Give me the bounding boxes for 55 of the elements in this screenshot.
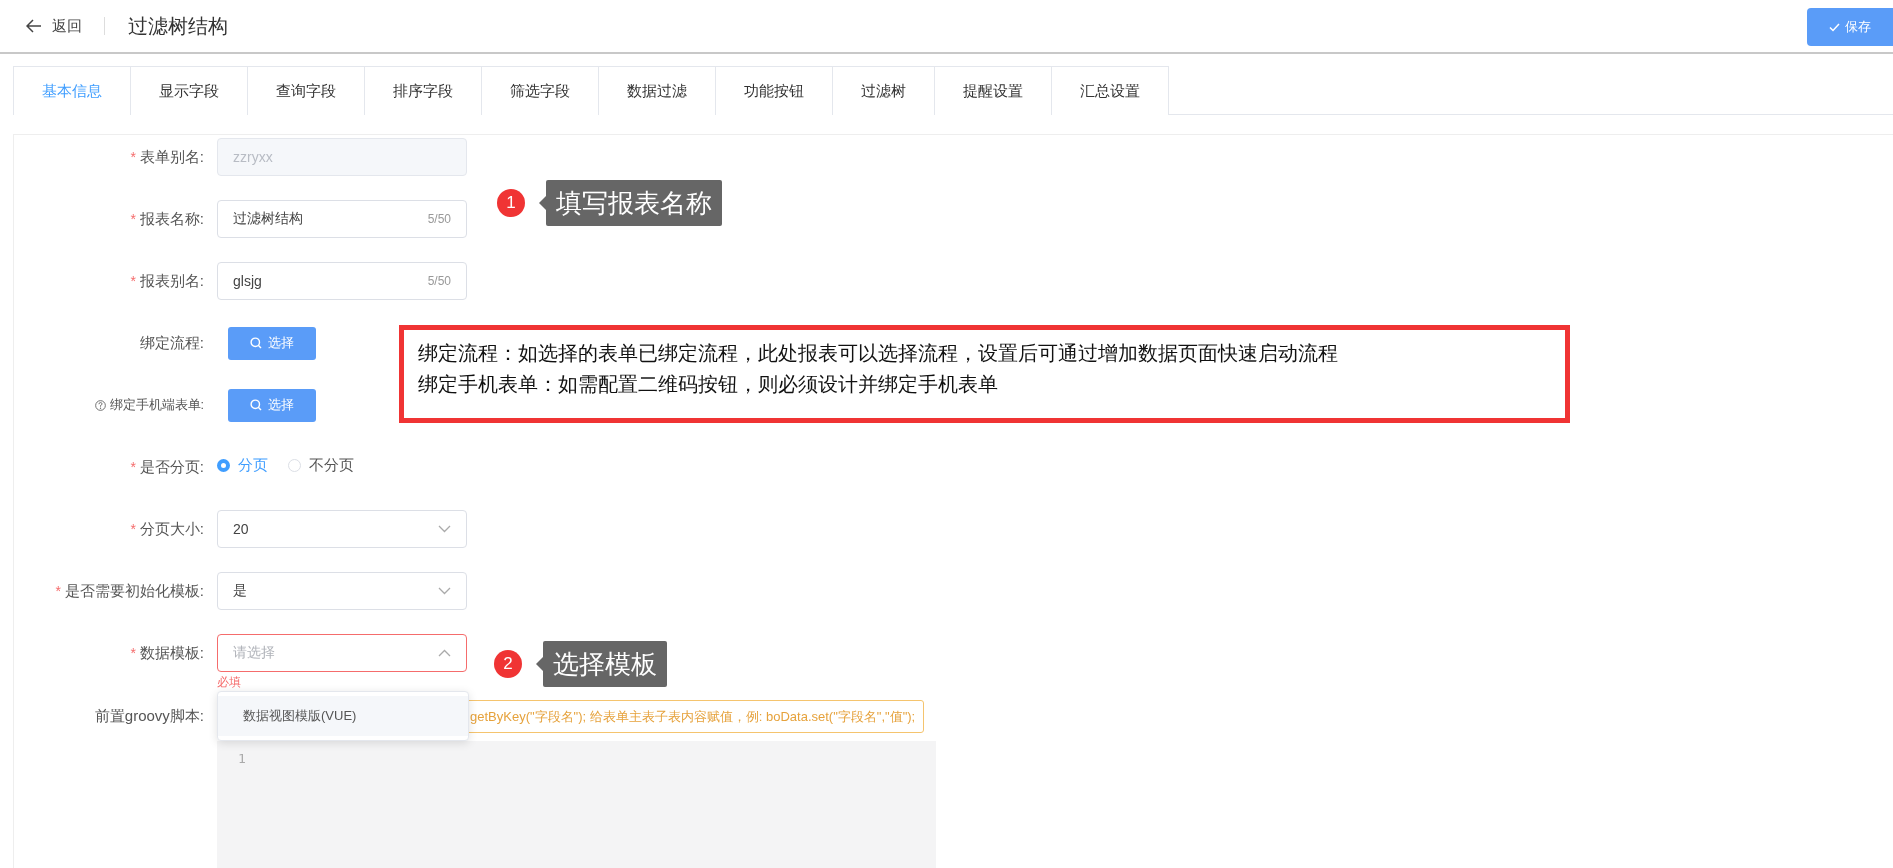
required-mark: *: [130, 211, 136, 227]
dropdown-option[interactable]: 数据视图模版(VUE): [218, 696, 468, 736]
field-label: 绑定手机端表单:: [109, 396, 204, 414]
back-link[interactable]: 返回: [52, 16, 82, 36]
field-label: 报表别名:: [139, 271, 204, 291]
tab[interactable]: 过滤树: [832, 67, 934, 115]
required-mark: *: [130, 459, 136, 475]
required-mark: *: [55, 583, 61, 599]
required-mark: *: [130, 149, 136, 165]
field-label: 表单别名:: [139, 147, 204, 167]
tab[interactable]: 汇总设置: [1051, 67, 1168, 115]
select-field[interactable]: 是: [217, 572, 467, 610]
text-field[interactable]: glsjg 5/50: [217, 262, 467, 300]
back-arrow-icon[interactable]: [26, 19, 42, 33]
callout-pointer: [536, 657, 543, 671]
field-label: 报表名称:: [139, 209, 204, 229]
field-label: 数据模板:: [139, 643, 204, 663]
char-counter: 5/50: [427, 212, 451, 226]
tab[interactable]: 查询字段: [247, 67, 364, 115]
note-text: 绑定流程：如选择的表单已绑定流程，此处报表可以选择流程，设置后可通过增加数据页面快速启动流程: [418, 341, 1338, 366]
select-field[interactable]: 20: [217, 510, 467, 548]
field-label: 前置groovy脚本:: [94, 707, 204, 726]
required-mark: *: [130, 521, 136, 537]
callout-label: 选择模板: [543, 641, 667, 687]
char-counter: 5/50: [427, 274, 451, 288]
search-icon: [250, 399, 262, 411]
tab[interactable]: 功能按钮: [715, 67, 832, 115]
callout-label: 填写报表名称: [546, 180, 722, 226]
radio-circle[interactable]: [217, 458, 230, 472]
error-text: 必填: [217, 674, 241, 691]
step-number-badge: 2: [494, 650, 522, 678]
note-text: 绑定手机表单：如需配置二维码按钮，则必须设计并绑定手机表单: [418, 372, 998, 397]
tab[interactable]: 提醒设置: [934, 67, 1051, 115]
required-mark: *: [130, 645, 136, 661]
help-icon[interactable]: [94, 399, 106, 411]
search-icon: [250, 337, 262, 349]
check-icon: [1829, 22, 1840, 32]
field-label: 分页大小:: [139, 519, 204, 539]
radio-option[interactable]: 不分页: [288, 455, 354, 475]
text-field[interactable]: 过滤树结构 5/50: [217, 200, 467, 238]
field-label: 是否需要初始化模板:: [64, 581, 204, 601]
tab[interactable]: 数据过滤: [598, 67, 715, 115]
chevron-icon: [438, 587, 451, 595]
field-label: 绑定流程:: [139, 333, 204, 353]
line-number: 1: [238, 751, 246, 766]
required-mark: *: [130, 273, 136, 289]
chevron-icon: [438, 525, 451, 533]
step-number-badge: 1: [497, 189, 525, 217]
callout-pointer: [539, 196, 546, 210]
field-label: 是否分页:: [139, 457, 204, 477]
page-title: 过滤树结构: [128, 13, 228, 39]
tab[interactable]: 排序字段: [364, 67, 481, 115]
tab[interactable]: 显示字段: [130, 67, 247, 115]
tab[interactable]: 筛选字段: [481, 67, 598, 115]
chevron-icon: [438, 649, 451, 657]
